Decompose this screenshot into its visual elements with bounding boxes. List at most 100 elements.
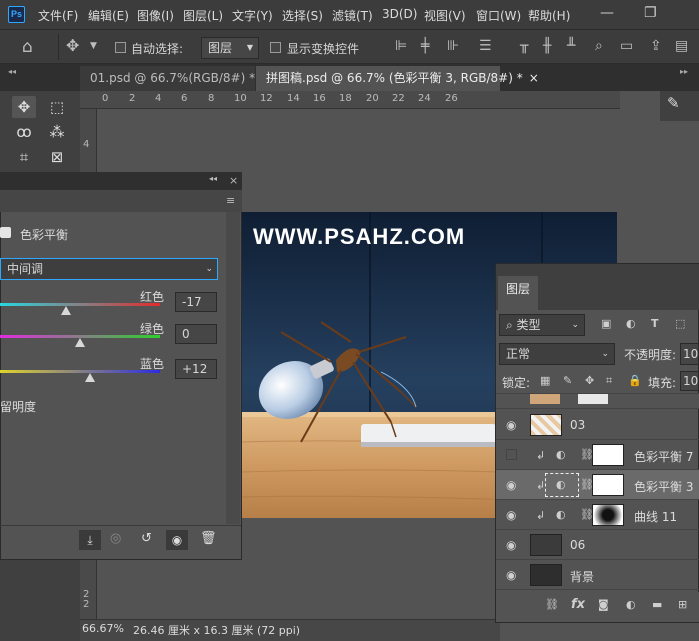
align-vcenter-icon[interactable]: ╫ <box>543 38 551 54</box>
expand-arrows-icon[interactable]: ▸▸ <box>680 67 688 76</box>
eye-icon[interactable]: ◉ <box>506 418 516 432</box>
restore-button[interactable]: ❐ <box>644 5 657 21</box>
eye-icon[interactable]: ◉ <box>506 538 516 552</box>
menu-3d[interactable]: 3D(D) <box>382 7 417 21</box>
slider-thumb[interactable] <box>84 373 95 382</box>
layer-row-color-balance-7[interactable]: ↲ ◐ ⛓ 色彩平衡 7 <box>496 440 699 470</box>
slider-value-input[interactable]: -17 <box>175 292 217 312</box>
auto-select-dropdown[interactable]: 图层 ▼ <box>201 37 259 59</box>
edit-pen-icon[interactable]: ✎ <box>667 94 680 112</box>
marquee-tool-icon[interactable]: ⬚ <box>45 96 69 118</box>
reset-icon[interactable]: ↺ <box>141 531 152 546</box>
menu-type[interactable]: 文字(Y) <box>232 7 273 24</box>
menu-select[interactable]: 选择(S) <box>282 7 323 24</box>
minimize-button[interactable]: — <box>600 5 614 21</box>
document-info[interactable]: 26.46 厘米 x 16.3 厘米 (72 ppi) <box>133 622 300 638</box>
search-icon[interactable]: ⌕ <box>595 38 603 54</box>
trash-icon[interactable]: 🗑 <box>200 531 217 546</box>
lock-artboard-icon[interactable]: ⌗ <box>606 374 612 388</box>
eye-icon[interactable]: ◉ <box>506 508 516 522</box>
lock-transparent-icon[interactable]: ▦ <box>540 374 550 387</box>
tab-pintugao[interactable]: 拼图稿.psd @ 66.7% (色彩平衡 3, RGB/8#) * × <box>256 66 539 91</box>
fill-input[interactable]: 100 <box>680 371 699 391</box>
crop-tool-icon[interactable]: ⌗ <box>12 146 36 168</box>
share-icon[interactable]: ⇪ <box>650 38 662 54</box>
new-group-icon[interactable]: ▬ <box>652 598 662 611</box>
properties-scrollbar[interactable] <box>226 212 240 524</box>
lock-all-icon[interactable]: 🔒 <box>628 374 642 387</box>
show-transform-checkbox[interactable] <box>270 42 281 53</box>
menu-edit[interactable]: 编辑(E) <box>88 7 129 24</box>
pixel-filter-icon[interactable]: ▣ <box>601 317 611 330</box>
tab-layers[interactable]: 图层 <box>498 276 538 310</box>
align-hcenter-icon[interactable]: ╪ <box>421 38 429 54</box>
adjustment-filter-icon[interactable]: ◐ <box>626 317 636 330</box>
distribute-icon[interactable]: ☰ <box>479 38 492 54</box>
layer-row-partial[interactable] <box>496 393 699 409</box>
layer-name[interactable]: 色彩平衡 3 <box>634 478 693 495</box>
color-balance-slider-track[interactable] <box>0 370 160 373</box>
blend-mode-dropdown[interactable]: 正常 ⌄ <box>499 343 615 365</box>
view-previous-icon[interactable]: ◎ <box>110 531 121 546</box>
frame-tool-icon[interactable]: ⊠ <box>45 146 69 168</box>
slider-thumb[interactable] <box>61 306 72 315</box>
layer-row-curves-11[interactable]: ◉ ↲ ◐ ⛓ 曲线 11 <box>496 500 699 530</box>
color-balance-slider-track[interactable] <box>0 303 160 306</box>
type-filter-icon[interactable]: T <box>651 317 659 330</box>
add-mask-icon[interactable]: ◙ <box>598 598 609 611</box>
clip-to-layer-icon[interactable]: ⤓ <box>79 530 101 550</box>
tab-01-psd[interactable]: 01.psd @ 66.7%(RGB/8#) *× <box>80 66 269 91</box>
layer-name[interactable]: 背景 <box>570 568 594 585</box>
eye-icon[interactable]: ◉ <box>506 478 516 492</box>
slider-thumb[interactable] <box>75 338 85 347</box>
layer-name[interactable]: 曲线 11 <box>634 508 677 525</box>
visibility-icon[interactable]: ◉ <box>166 530 188 550</box>
layer-row-background[interactable]: ◉ 背景 <box>496 560 699 590</box>
lock-position-icon[interactable]: ✥ <box>585 374 594 387</box>
slider-value-input[interactable]: 0 <box>175 324 217 344</box>
layer-filter-dropdown[interactable]: ⌕ 类型 ⌄ <box>499 314 585 336</box>
properties-panel-titlebar[interactable] <box>0 172 242 190</box>
move-tool-icon[interactable]: ✥ <box>12 96 36 118</box>
lasso-tool-icon[interactable]: ꝏ <box>12 121 36 143</box>
opacity-input[interactable]: 100 <box>680 343 699 365</box>
collapse-arrows-icon[interactable]: ◂◂ <box>209 174 217 183</box>
layer-row-06[interactable]: ◉ 06 <box>496 530 699 560</box>
layer-name[interactable]: 色彩平衡 7 <box>634 448 693 465</box>
panel-menu-icon[interactable]: ≡ <box>226 194 235 207</box>
menu-view[interactable]: 视图(V) <box>424 7 466 24</box>
workspace-icon[interactable]: ▭ <box>620 38 633 54</box>
slider-value-input[interactable]: +12 <box>175 359 217 379</box>
layer-name[interactable]: 06 <box>570 538 585 552</box>
align-right-icon[interactable]: ⊪ <box>447 38 459 54</box>
align-left-icon[interactable]: ⊫ <box>395 38 407 54</box>
align-bottom-icon[interactable]: ╨ <box>567 38 575 54</box>
tone-dropdown[interactable]: 中间调 ⌄ <box>0 258 218 280</box>
new-adjustment-icon[interactable]: ◐ <box>626 598 636 611</box>
lock-pixels-icon[interactable]: ✎ <box>563 374 572 387</box>
collapse-arrows-icon[interactable]: ◂◂ <box>8 67 16 76</box>
magic-wand-tool-icon[interactable]: ⁂ <box>45 121 69 143</box>
home-icon[interactable]: ⌂ <box>22 37 33 57</box>
preserve-luminosity-label[interactable]: 留明度 <box>0 398 36 415</box>
align-top-icon[interactable]: ╥ <box>520 38 528 54</box>
chevron-down-icon[interactable]: ▼ <box>90 41 97 51</box>
tab-close-icon[interactable]: × <box>529 71 539 85</box>
photoshop-logo-icon[interactable]: Ps <box>8 6 25 23</box>
fx-icon[interactable]: fx <box>571 597 585 612</box>
move-tool-icon[interactable]: ✥ <box>66 36 79 55</box>
menu-filter[interactable]: 滤镜(T) <box>332 7 373 24</box>
shape-filter-icon[interactable]: ⬚ <box>675 317 685 330</box>
menu-image[interactable]: 图像(I) <box>137 7 174 24</box>
zoom-level[interactable]: 66.67% <box>82 622 124 635</box>
menu-window[interactable]: 窗口(W) <box>476 7 521 24</box>
layer-name[interactable]: 03 <box>570 418 585 432</box>
eye-empty-icon[interactable] <box>506 449 517 460</box>
eye-icon[interactable]: ◉ <box>506 568 516 582</box>
layer-row-color-balance-3[interactable]: ◉ ↲ ◐ ⛓ 色彩平衡 3 <box>496 470 699 500</box>
close-icon[interactable]: × <box>229 174 238 187</box>
panel-toggle-icon[interactable]: ▤ <box>675 38 688 54</box>
layer-row-03[interactable]: ◉ 03 <box>496 410 699 440</box>
menu-help[interactable]: 帮助(H) <box>528 7 570 24</box>
auto-select-checkbox[interactable] <box>115 42 126 53</box>
